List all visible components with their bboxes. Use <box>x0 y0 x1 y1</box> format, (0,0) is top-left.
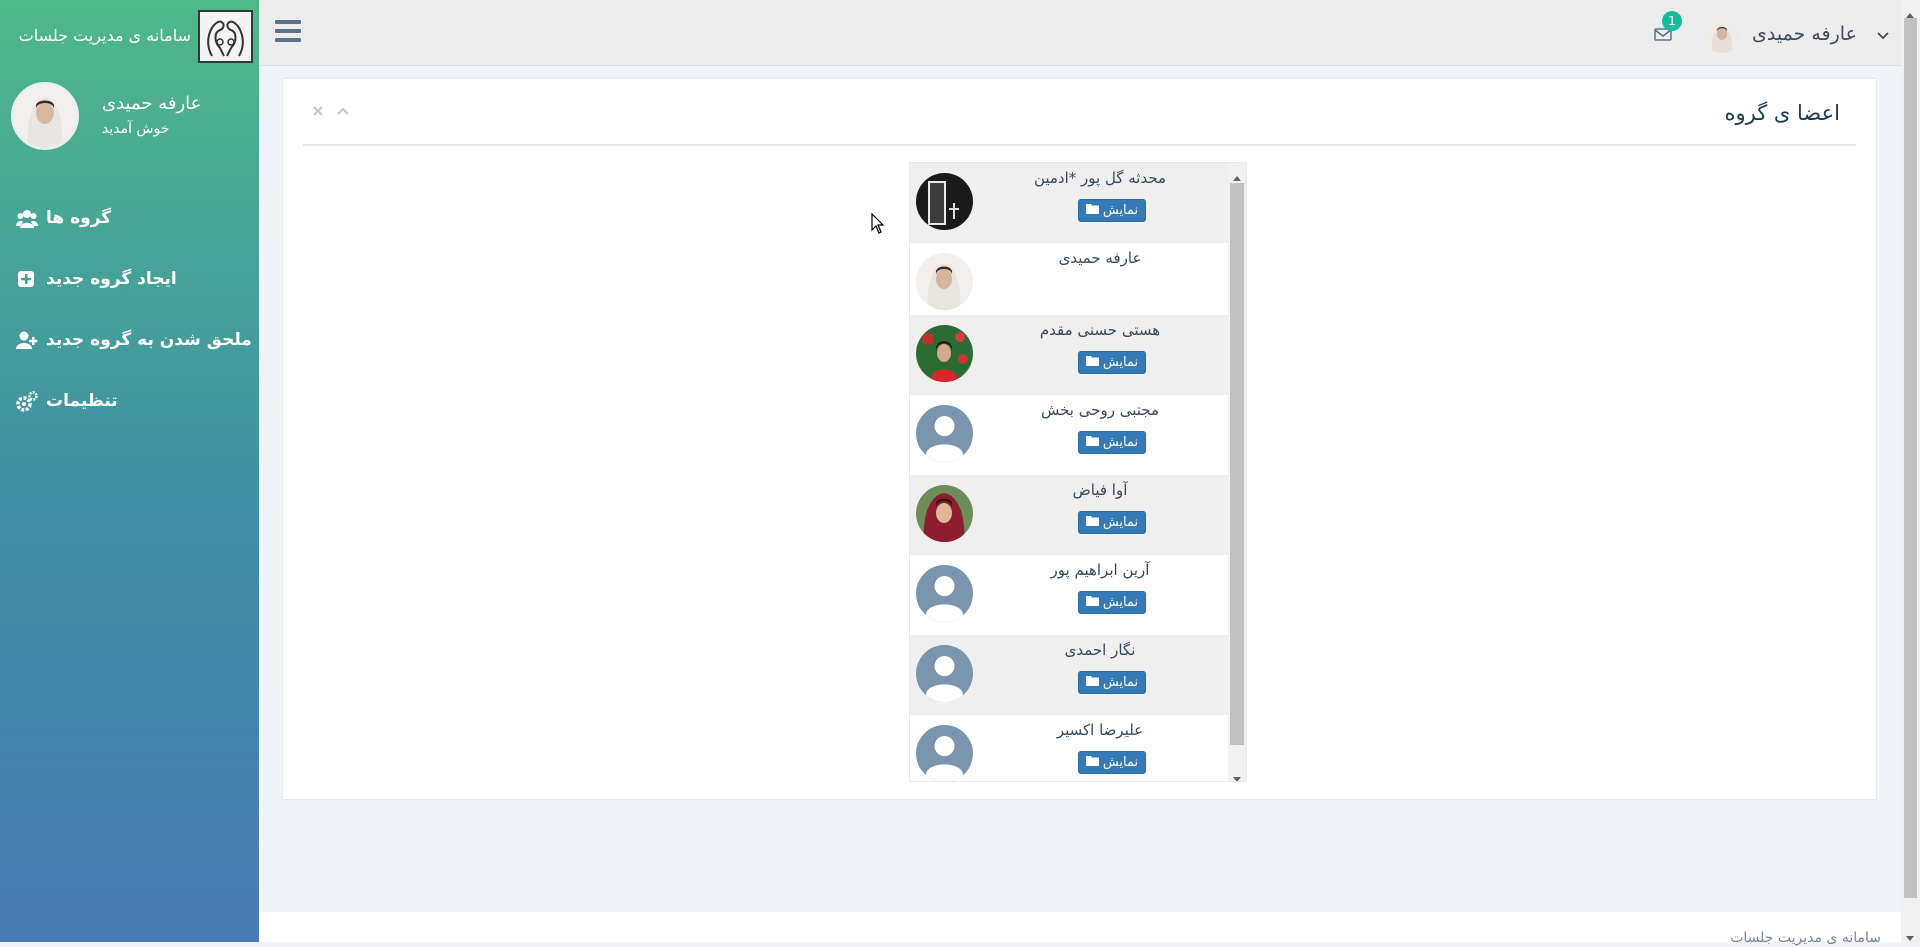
show-member-button[interactable]: نمایش <box>1078 591 1146 614</box>
default-avatar-icon <box>916 405 973 462</box>
show-member-button[interactable]: نمایش <box>1078 751 1146 774</box>
folder-icon <box>1085 675 1099 690</box>
footer-text: سامانه ی مدیریت جلسات <box>1730 930 1881 946</box>
mouse-cursor-icon <box>871 212 885 235</box>
top-navbar: 1 عارفه حمیدی <box>259 0 1901 66</box>
scroll-down-icon[interactable] <box>1232 769 1242 781</box>
list-item: نگار احمدی نمایش <box>910 635 1228 715</box>
folder-icon <box>1085 203 1099 218</box>
member-name: مجتبی روحی بخش <box>1040 401 1160 419</box>
sidebar-item-label: تنظیمات <box>46 391 118 411</box>
notification-badge: 1 <box>1662 11 1682 31</box>
show-member-button[interactable]: نمایش <box>1078 511 1146 534</box>
member-name: عارفه حمیدی <box>1058 249 1142 267</box>
chevron-up-icon[interactable] <box>336 103 350 117</box>
member-name: هستی حسنی مقدم <box>1039 321 1161 339</box>
member-avatar <box>916 253 973 310</box>
brand[interactable]: سامانه ی مدیریت جلسات <box>0 0 259 66</box>
member-avatar <box>916 173 973 230</box>
swan-logo-icon <box>198 10 253 63</box>
sidebar-item-label: ملحق شدن به گروه جدید <box>46 330 252 350</box>
list-item: مجتبی روحی بخش نمایش <box>910 395 1228 475</box>
user-avatar[interactable] <box>1705 19 1739 53</box>
plus-square-icon <box>16 269 38 291</box>
sidebar-item-groups[interactable]: گروه ها <box>0 197 259 241</box>
sidebar-item-create-group[interactable]: ایجاد گروه جدید <box>0 258 259 302</box>
chevron-down-icon[interactable] <box>1876 28 1890 42</box>
default-avatar-icon <box>916 725 973 781</box>
brand-title: سامانه ی مدیریت جلسات <box>18 26 191 45</box>
member-avatar <box>916 325 973 382</box>
folder-icon <box>1085 515 1099 530</box>
user-menu-name[interactable]: عارفه حمیدی <box>1752 23 1857 45</box>
scroll-down-icon[interactable] <box>1905 928 1915 947</box>
member-name: آرین ابراهیم پور <box>1050 561 1150 579</box>
show-member-button[interactable]: نمایش <box>1078 431 1146 454</box>
list-item: هستی حسنی مقدم نمایش <box>910 315 1228 395</box>
default-avatar-icon <box>916 645 973 702</box>
users-icon <box>16 208 38 230</box>
panel-title: اعضا ی گروه <box>1724 101 1841 125</box>
profile-name: عارفه حمیدی <box>102 93 202 114</box>
sidebar-item-label: ایجاد گروه جدید <box>46 269 177 289</box>
list-item: محدثه گل پور *ادمین نمایش <box>910 163 1228 243</box>
list-item: عارفه حمیدی <box>910 243 1228 323</box>
member-name: محدثه گل پور *ادمین <box>1033 169 1167 187</box>
members-list[interactable]: محدثه گل پور *ادمین نمایش عارفه حمیدی هس… <box>909 162 1247 782</box>
list-item: علیرضا اکسیر نمایش <box>910 715 1228 781</box>
profile-welcome: خوش آمدید <box>102 121 170 137</box>
list-item: آرین ابراهیم پور نمایش <box>910 555 1228 635</box>
user-plus-icon <box>16 330 38 352</box>
scroll-thumb[interactable] <box>1904 18 1917 898</box>
list-item: آوا فیاض نمایش <box>910 475 1228 555</box>
default-avatar-icon <box>916 565 973 622</box>
profile-avatar <box>11 82 79 150</box>
sidebar-item-label: گروه ها <box>46 208 112 228</box>
folder-icon <box>1085 755 1099 770</box>
scroll-thumb[interactable] <box>1230 183 1244 745</box>
member-name: علیرضا اکسیر <box>1056 721 1144 739</box>
footer: سامانه ی مدیریت جلسات <box>259 912 1901 946</box>
show-member-button[interactable]: نمایش <box>1078 671 1146 694</box>
show-member-button[interactable]: نمایش <box>1078 351 1146 374</box>
member-avatar <box>916 485 973 542</box>
close-icon[interactable] <box>311 103 325 117</box>
sidebar-item-join-group[interactable]: ملحق شدن به گروه جدید <box>0 319 259 363</box>
show-member-button[interactable]: نمایش <box>1078 199 1146 222</box>
members-scrollbar[interactable] <box>1228 163 1246 781</box>
folder-icon <box>1085 595 1099 610</box>
gears-icon <box>16 391 38 413</box>
panel-divider <box>303 144 1856 146</box>
panel-tools <box>311 103 361 123</box>
member-name: نگار احمدی <box>1064 641 1136 659</box>
folder-icon <box>1085 435 1099 450</box>
sidebar-item-settings[interactable]: تنظیمات <box>0 380 259 424</box>
page-scrollbar[interactable] <box>1901 0 1920 942</box>
menu-toggle-icon[interactable] <box>275 20 301 46</box>
sidebar: سامانه ی مدیریت جلسات عارفه حمیدی خوش آم… <box>0 0 259 942</box>
folder-icon <box>1085 355 1099 370</box>
member-name: آوا فیاض <box>1072 481 1128 499</box>
